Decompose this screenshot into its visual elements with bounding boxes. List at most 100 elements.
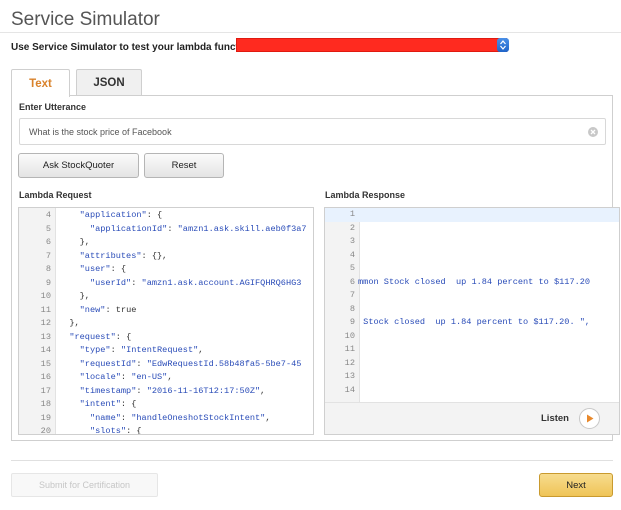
response-code-line: 1 xyxy=(325,208,619,222)
lambda-function-select[interactable] xyxy=(236,38,507,52)
submit-certification-button[interactable]: Submit for Certification xyxy=(11,473,158,497)
line-number: 8 xyxy=(349,303,355,314)
request-code-line: 14 "type": "IntentRequest", xyxy=(19,344,313,358)
request-code-line: 19 "name": "handleOneshotStockIntent", xyxy=(19,412,313,426)
clear-icon[interactable] xyxy=(588,127,598,137)
code-text: "name": "handleOneshotStockIntent", xyxy=(89,412,271,423)
request-code-line: 20 "slots": { xyxy=(19,425,313,435)
response-code-line: 3 xyxy=(325,235,619,249)
line-number: 13 xyxy=(40,331,51,342)
response-code-line: 13 xyxy=(325,370,619,384)
request-code-line: 8 "user": { xyxy=(19,263,313,277)
line-number: 2 xyxy=(349,222,355,233)
response-code-line: 4 xyxy=(325,249,619,263)
line-number: 20 xyxy=(40,426,51,435)
request-code-line: 4 "application": { xyxy=(19,209,313,223)
tab-json[interactable]: JSON xyxy=(76,69,142,96)
code-text: "slots": { xyxy=(89,426,142,435)
title-divider xyxy=(0,32,621,33)
lambda-request-editor[interactable]: 4 "application": {5 "applicationId": "am… xyxy=(18,207,314,435)
line-number: 7 xyxy=(349,290,355,300)
request-code-line: 17 "timestamp": "2016-11-16T12:17:50Z", xyxy=(19,385,313,399)
select-stepper-icon[interactable] xyxy=(497,38,509,52)
line-number: 8 xyxy=(45,264,51,274)
response-code-line: 7 xyxy=(325,289,619,303)
utterance-label: Enter Utterance xyxy=(19,102,87,112)
line-number: 7 xyxy=(45,250,51,261)
line-number: 4 xyxy=(349,249,355,260)
line-number: 15 xyxy=(40,358,51,369)
request-code-line: 5 "applicationId": "amzn1.ask.skill.aeb0… xyxy=(19,223,313,237)
utterance-input[interactable] xyxy=(19,118,606,145)
response-code-line: 14 xyxy=(325,384,619,398)
lambda-response-editor[interactable]: 1 2 3 4 5 6 mmon Stock closed up 1.84 percent … xyxy=(324,207,620,435)
reset-button[interactable]: Reset xyxy=(144,153,224,178)
line-number: 5 xyxy=(45,223,51,234)
response-code-line: 6 mmon Stock closed up 1.84 percent to $1… xyxy=(325,276,619,290)
request-code-line: 18 "intent": { xyxy=(19,398,313,412)
line-number: 9 xyxy=(45,277,51,288)
request-code-line: 9 "userId": "amzn1.ask.account.AGIFQHRQ6… xyxy=(19,277,313,291)
line-number: 10 xyxy=(40,291,51,301)
request-code-line: 13 "request": { xyxy=(19,331,313,345)
request-code-line: 12 }, xyxy=(19,317,313,331)
ask-button[interactable]: Ask StockQuoter xyxy=(18,153,139,178)
code-text: }, xyxy=(59,237,90,247)
request-code-line: 6 }, xyxy=(19,236,313,250)
code-text: Stock closed up 1.84 percent to $117.20.… xyxy=(358,317,591,327)
lambda-request-label: Lambda Request xyxy=(19,190,92,200)
code-text: "locale": "en-US", xyxy=(79,372,173,382)
code-text: "request": { xyxy=(69,331,132,342)
line-number: 17 xyxy=(40,385,51,396)
code-text: }, xyxy=(59,318,80,328)
code-text: "application": { xyxy=(79,210,163,220)
line-number: 6 xyxy=(45,237,51,247)
tab-text[interactable]: Text xyxy=(11,69,70,97)
line-number: 14 xyxy=(40,345,51,355)
request-code-line: 15 "requestId": "EdwRequestId.58b48fa5-5… xyxy=(19,358,313,372)
page-title: Service Simulator xyxy=(11,9,160,30)
line-number: 9 xyxy=(349,317,355,327)
line-number: 11 xyxy=(40,304,51,315)
code-text: "requestId": "EdwRequestId.58b48fa5-5be7… xyxy=(79,358,302,369)
code-text: "attributes": {}, xyxy=(79,250,168,261)
line-number: 6 xyxy=(349,276,355,287)
play-button[interactable] xyxy=(579,408,600,429)
code-text: "intent": { xyxy=(79,399,137,409)
response-code-line: 8 xyxy=(325,303,619,317)
line-number: 19 xyxy=(40,412,51,423)
line-number: 3 xyxy=(349,236,355,246)
next-button[interactable]: Next xyxy=(539,473,613,497)
request-code-line: 10 }, xyxy=(19,290,313,304)
line-number: 5 xyxy=(349,263,355,273)
code-text: "user": { xyxy=(79,264,127,274)
code-text: "type": "IntentRequest", xyxy=(79,345,204,355)
response-code-line: 11 xyxy=(325,343,619,357)
code-text: "timestamp": "2016-11-16T12:17:50Z", xyxy=(79,385,266,396)
line-number: 1 xyxy=(349,209,355,219)
line-number: 12 xyxy=(40,318,51,328)
line-number: 13 xyxy=(344,371,355,381)
listen-bar: Listen xyxy=(325,402,619,434)
response-code-line: 5 xyxy=(325,262,619,276)
response-code-line: 2 xyxy=(325,222,619,236)
footer-divider xyxy=(11,460,613,461)
response-code-line: 9 Stock closed up 1.84 percent to $117.2… xyxy=(325,316,619,330)
code-text: "userId": "amzn1.ask.account.AGIFQHRQ6HG… xyxy=(89,277,302,288)
lambda-response-label: Lambda Response xyxy=(325,190,406,200)
response-code-line: 12 xyxy=(325,357,619,371)
code-text: mmon Stock closed up 1.84 percent to $11… xyxy=(358,276,591,287)
code-text: }, xyxy=(59,291,90,301)
response-code-line: 10 xyxy=(325,330,619,344)
line-number: 14 xyxy=(344,384,355,395)
line-number: 16 xyxy=(40,372,51,382)
function-label: Use Service Simulator to test your lambd… xyxy=(11,41,258,53)
